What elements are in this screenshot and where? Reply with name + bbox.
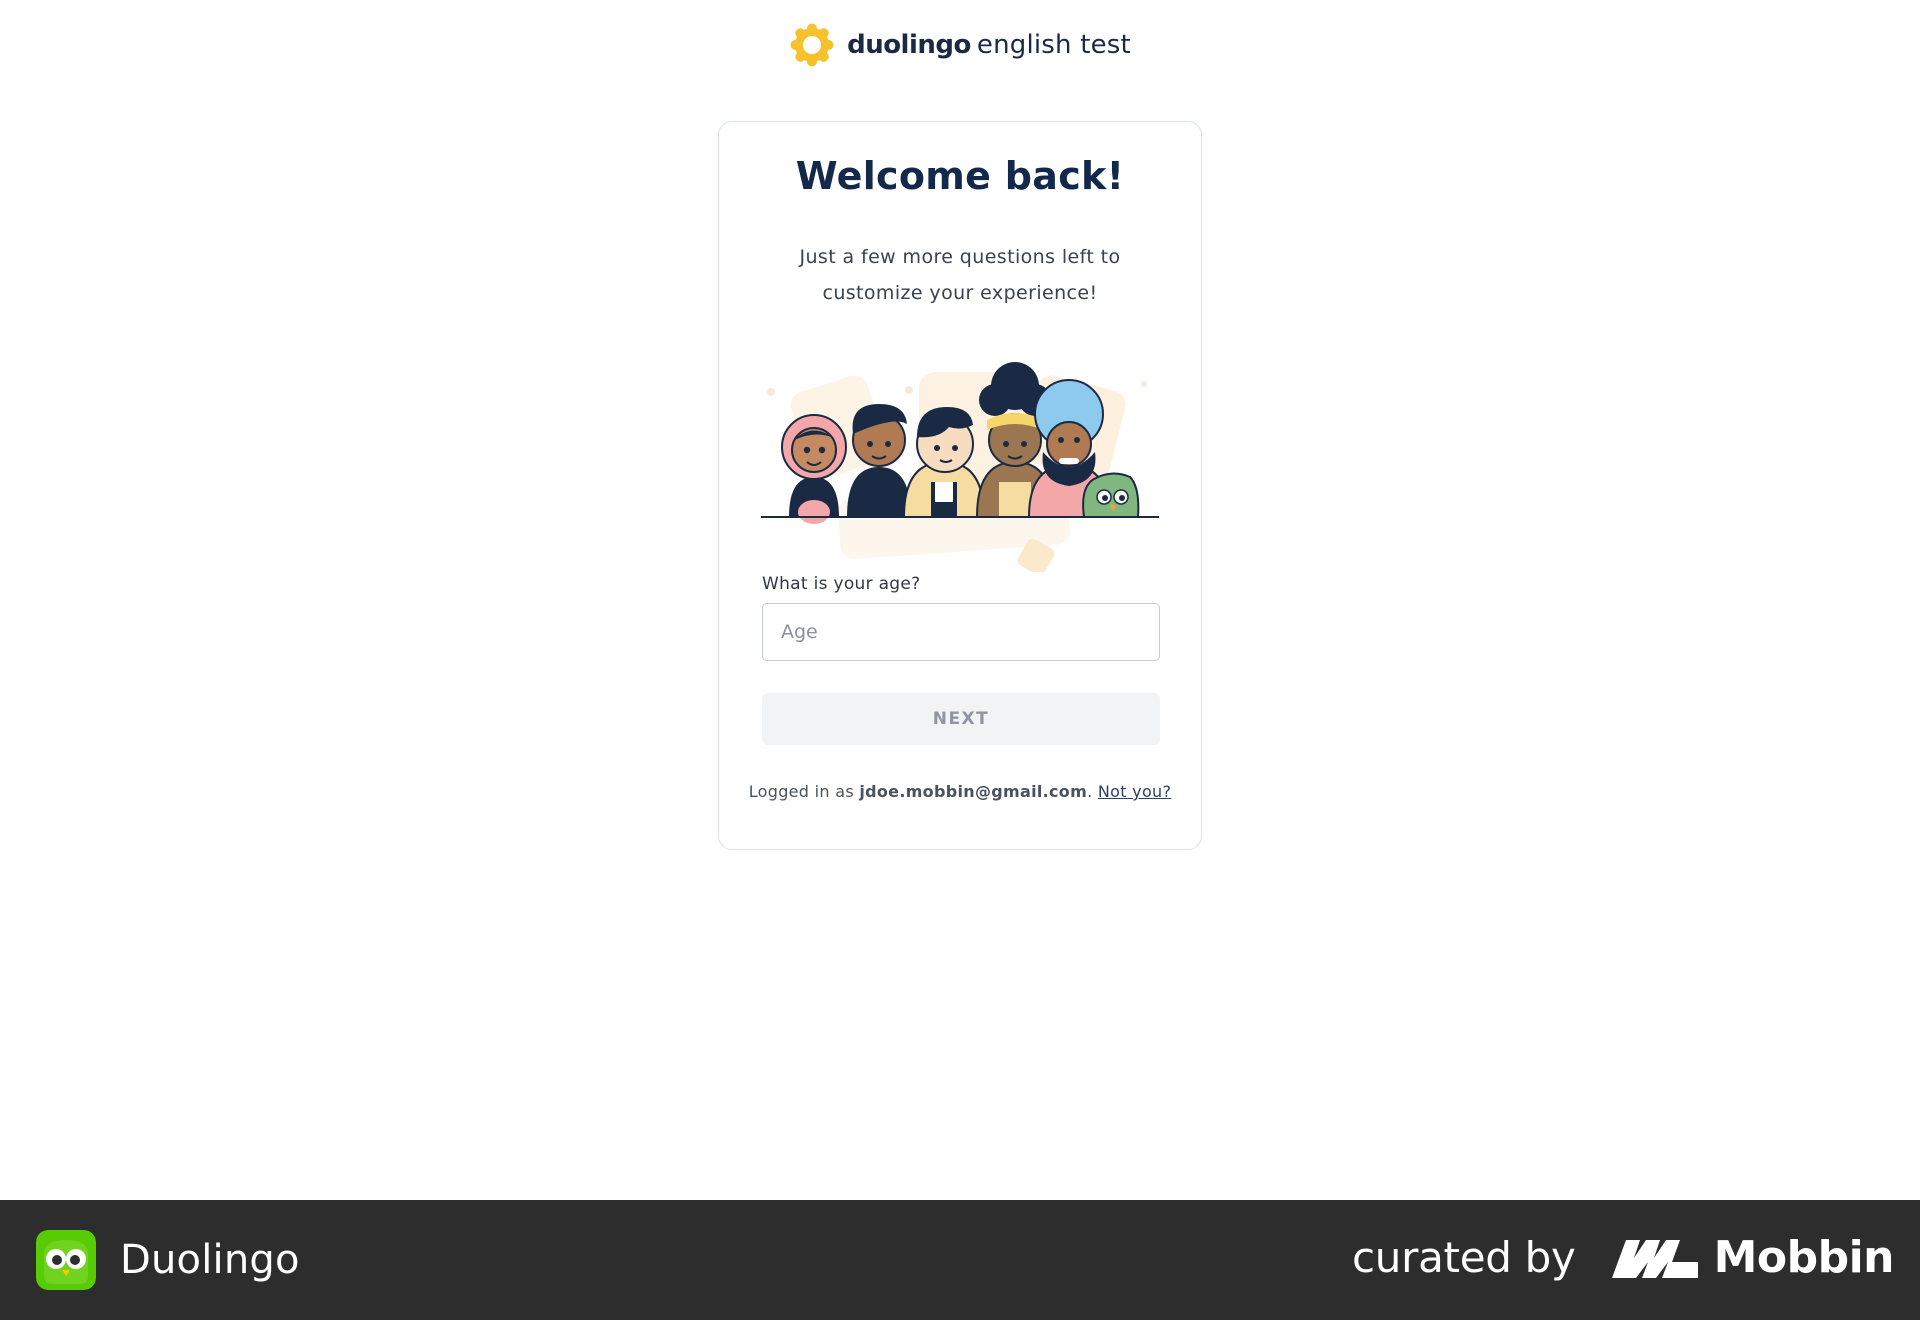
onboarding-card: Welcome back! Just a few more questions … [718, 121, 1202, 850]
page: duolingo english test Welcome back! Just … [0, 0, 1920, 1200]
people-illustration [761, 362, 1159, 572]
user-email: jdoe.mobbin@gmail.com [859, 782, 1088, 801]
brand-logo[interactable]: duolingo english test [0, 22, 1920, 68]
logged-in-status: Logged in as jdoe.mobbin@gmail.com. Not … [719, 782, 1201, 801]
duolingo-owl-icon [36, 1230, 96, 1290]
not-you-link[interactable]: Not you? [1098, 782, 1171, 801]
curator-name: Mobbin [1713, 1232, 1895, 1283]
curated-by-label: curated by [1352, 1233, 1576, 1282]
subtitle: Just a few more questions left to custom… [799, 246, 1121, 304]
logged-in-suffix: . [1087, 782, 1093, 801]
brand-name: duolingo [847, 30, 971, 60]
age-input[interactable] [762, 603, 1160, 661]
footer-credit: curated by Mobbin [1352, 1232, 1894, 1283]
mobbin-brand: Mobbin [1610, 1232, 1895, 1283]
brand-wordmark: duolingo english test [847, 30, 1131, 60]
footer-app: Duolingo [36, 1230, 300, 1290]
brand-product: english test [976, 30, 1131, 60]
duolingo-english-test-logo-icon [790, 23, 834, 67]
mobbin-logo-icon [1611, 1239, 1698, 1278]
logged-in-prefix: Logged in as [748, 782, 854, 801]
age-label: What is your age? [762, 574, 921, 594]
page-title: Welcome back! [795, 154, 1125, 198]
app-name: Duolingo [120, 1237, 300, 1283]
next-button[interactable]: NEXT [762, 693, 1160, 745]
footer-bar: Duolingo curated by Mobbin [0, 1200, 1920, 1320]
